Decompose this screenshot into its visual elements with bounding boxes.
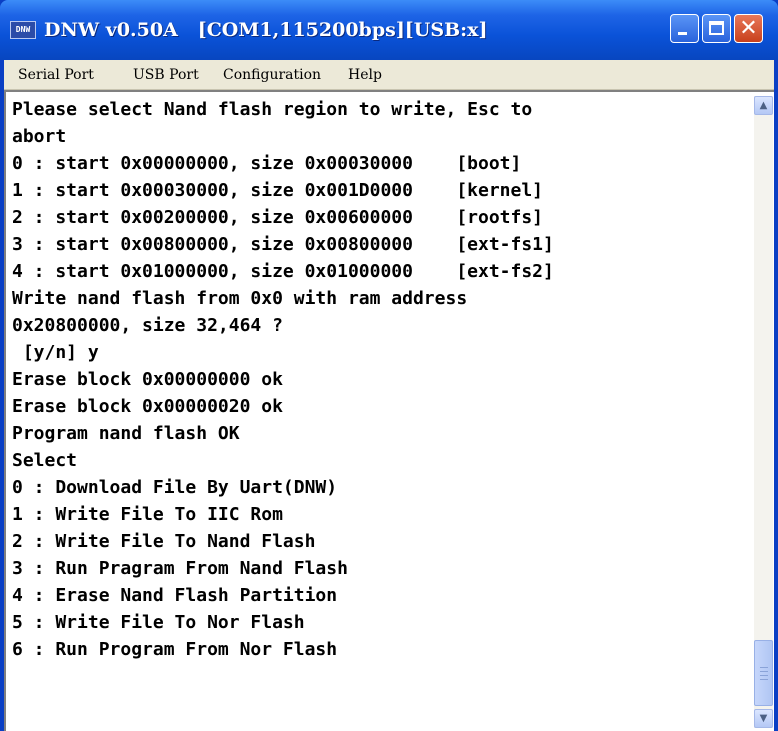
scroll-up-button[interactable]: ▲ bbox=[754, 96, 773, 115]
console-line: 1 : start 0x00030000, size 0x001D0000 [k… bbox=[12, 180, 544, 201]
menu-help[interactable]: Help bbox=[348, 60, 382, 90]
console-line: 1 : Write File To IIC Rom bbox=[12, 504, 283, 525]
grip-line bbox=[760, 679, 768, 680]
console-line: 4 : Erase Nand Flash Partition bbox=[12, 585, 338, 606]
menu-bar: Serial Port USB Port Configuration Help bbox=[4, 60, 774, 90]
console-line: Please select Nand flash region to write… bbox=[12, 99, 533, 120]
console-line: Program nand flash OK bbox=[12, 423, 240, 444]
maximize-icon bbox=[709, 21, 724, 35]
console-line: Erase block 0x00000000 ok bbox=[12, 369, 283, 390]
minimize-button[interactable] bbox=[670, 14, 699, 43]
console-line: abort bbox=[12, 126, 67, 147]
title-bar[interactable]: DNW DNW v0.50A [COM1,115200bps][USB:x] ✕ bbox=[0, 0, 778, 60]
console-line: 3 : Run Pragram From Nand Flash bbox=[12, 558, 348, 579]
console-output[interactable]: Please select Nand flash region to write… bbox=[12, 96, 732, 726]
menu-serial-port[interactable]: Serial Port bbox=[18, 60, 94, 90]
close-icon: ✕ bbox=[739, 16, 758, 41]
minimize-icon bbox=[678, 32, 687, 35]
console-line: 0 : start 0x00000000, size 0x00030000 [b… bbox=[12, 153, 522, 174]
scroll-thumb[interactable] bbox=[754, 640, 773, 706]
console-line: 2 : Write File To Nand Flash bbox=[12, 531, 316, 552]
dnw-window: DNW DNW v0.50A [COM1,115200bps][USB:x] ✕… bbox=[0, 0, 778, 731]
app-icon: DNW bbox=[10, 21, 36, 39]
grip-line bbox=[760, 671, 768, 672]
maximize-button[interactable] bbox=[702, 14, 731, 43]
console-line: 0 : Download File By Uart(DNW) bbox=[12, 477, 338, 498]
console-line: 5 : Write File To Nor Flash bbox=[12, 612, 305, 633]
scroll-down-button[interactable]: ▼ bbox=[754, 709, 773, 728]
vertical-scrollbar[interactable]: ▲ ▼ bbox=[754, 96, 773, 728]
grip-line bbox=[760, 675, 768, 676]
console-line: 2 : start 0x00200000, size 0x00600000 [r… bbox=[12, 207, 544, 228]
console-line: 3 : start 0x00800000, size 0x00800000 [e… bbox=[12, 234, 554, 255]
console-line: 6 : Run Program From Nor Flash bbox=[12, 639, 338, 660]
grip-line bbox=[760, 667, 768, 668]
close-button[interactable]: ✕ bbox=[734, 14, 763, 43]
console-line: Select bbox=[12, 450, 78, 471]
window-title: DNW v0.50A [COM1,115200bps][USB:x] bbox=[44, 19, 488, 41]
console-line: [y/n] y bbox=[12, 342, 99, 363]
console-line: 4 : start 0x01000000, size 0x01000000 [e… bbox=[12, 261, 554, 282]
menu-usb-port[interactable]: USB Port bbox=[133, 60, 199, 90]
console-line: 0x20800000, size 32,464 ? bbox=[12, 315, 283, 336]
console-line: Erase block 0x00000020 ok bbox=[12, 396, 283, 417]
console-line: Write nand flash from 0x0 with ram addre… bbox=[12, 288, 468, 309]
menu-configuration[interactable]: Configuration bbox=[223, 60, 321, 90]
